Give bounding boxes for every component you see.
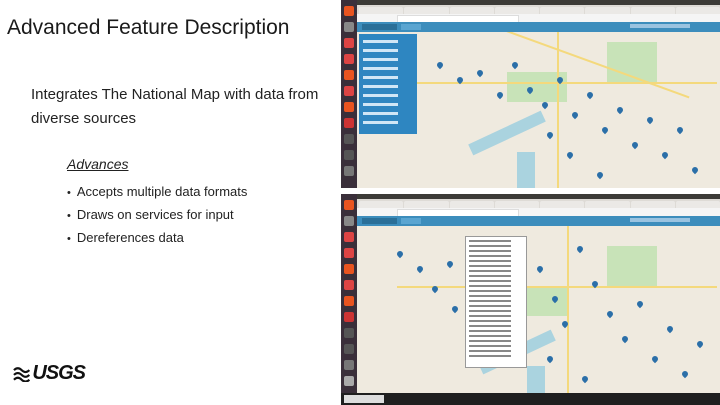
map-pin-icon[interactable] [650,354,660,364]
usgs-logo: USGS [13,361,86,384]
browser-tabs [357,199,720,208]
slide-title: Advanced Feature Description [7,16,290,39]
bullet-list: Accepts multiple data formats Draws on s… [67,184,248,253]
map-pin-icon[interactable] [585,90,595,100]
slide-body-text: Integrates The National Map with data fr… [31,86,319,127]
map-pin-icon[interactable] [575,244,585,254]
map-pin-icon[interactable] [690,165,700,175]
map-pin-icon[interactable] [615,105,625,115]
map-pin-icon[interactable] [535,264,545,274]
map-view [357,226,720,393]
map-pin-icon[interactable] [630,140,640,150]
map-pin-icon[interactable] [445,259,455,269]
bullet-item: Dereferences data [67,230,247,253]
slide-sub-heading: Advances [67,156,129,172]
slide-text-area: Advanced Feature Description Integrates … [0,0,338,405]
map-screenshot-top [341,0,720,188]
map-screenshot-bottom [341,194,720,405]
layer-panel[interactable] [359,34,417,134]
map-pin-icon[interactable] [415,264,425,274]
map-pin-icon[interactable] [600,125,610,135]
bullet-item: Draws on services for input [67,207,247,230]
browser-tabs [357,5,720,14]
feature-info-popup[interactable] [465,236,527,368]
map-pin-icon[interactable] [540,100,550,110]
map-pin-icon[interactable] [495,90,505,100]
map-pin-icon[interactable] [450,304,460,314]
map-pin-icon[interactable] [660,150,670,160]
bullet-item: Accepts multiple data formats [67,184,248,207]
map-pin-icon[interactable] [645,115,655,125]
map-pin-icon[interactable] [595,170,605,180]
map-pin-icon[interactable] [635,299,645,309]
map-pin-icon[interactable] [510,60,520,70]
map-pin-icon[interactable] [675,125,685,135]
map-pin-icon[interactable] [605,309,615,319]
app-launcher [341,0,357,188]
map-pin-icon[interactable] [665,324,675,334]
app-header [357,22,720,32]
map-pin-icon[interactable] [680,369,690,379]
os-taskbar [341,393,720,405]
app-header [357,216,720,226]
map-pin-icon[interactable] [475,68,485,78]
map-pin-icon[interactable] [395,249,405,259]
map-pin-icon[interactable] [565,150,575,160]
usgs-logo-text: USGS [32,361,86,384]
map-pin-icon[interactable] [435,60,445,70]
map-pin-icon[interactable] [695,339,705,349]
map-pin-icon[interactable] [580,374,590,384]
usgs-logo-icon [13,367,31,382]
map-pin-icon[interactable] [570,110,580,120]
map-pin-icon[interactable] [545,130,555,140]
map-pin-icon[interactable] [620,334,630,344]
map-view [357,32,720,188]
map-pin-icon[interactable] [545,354,555,364]
app-launcher [341,194,357,405]
